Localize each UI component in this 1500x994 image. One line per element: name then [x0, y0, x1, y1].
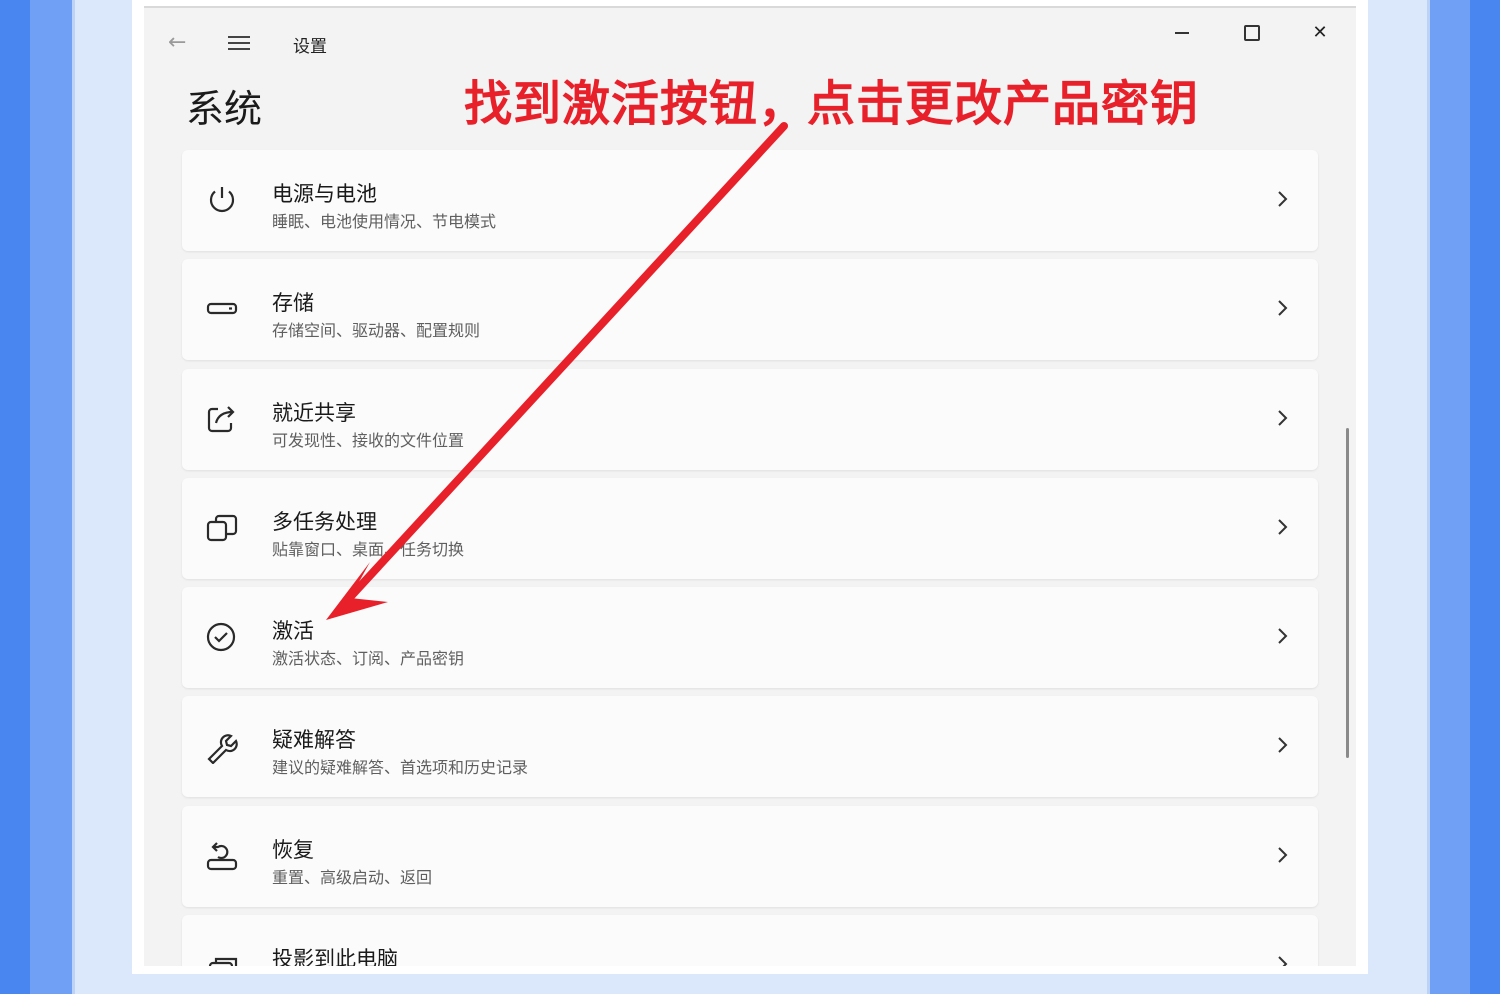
window-content: ← 设置 ✕ 系统 电源与电池 睡眠、电池使用情况、节电模式 存储 存储空间、驱… [144, 6, 1356, 966]
background-stripe-left [30, 0, 72, 994]
background-stripe-right [1430, 0, 1470, 994]
settings-window: ← 设置 ✕ 系统 电源与电池 睡眠、电池使用情况、节电模式 存储 存储空间、驱… [132, 0, 1368, 974]
annotation-arrow [326, 122, 788, 620]
